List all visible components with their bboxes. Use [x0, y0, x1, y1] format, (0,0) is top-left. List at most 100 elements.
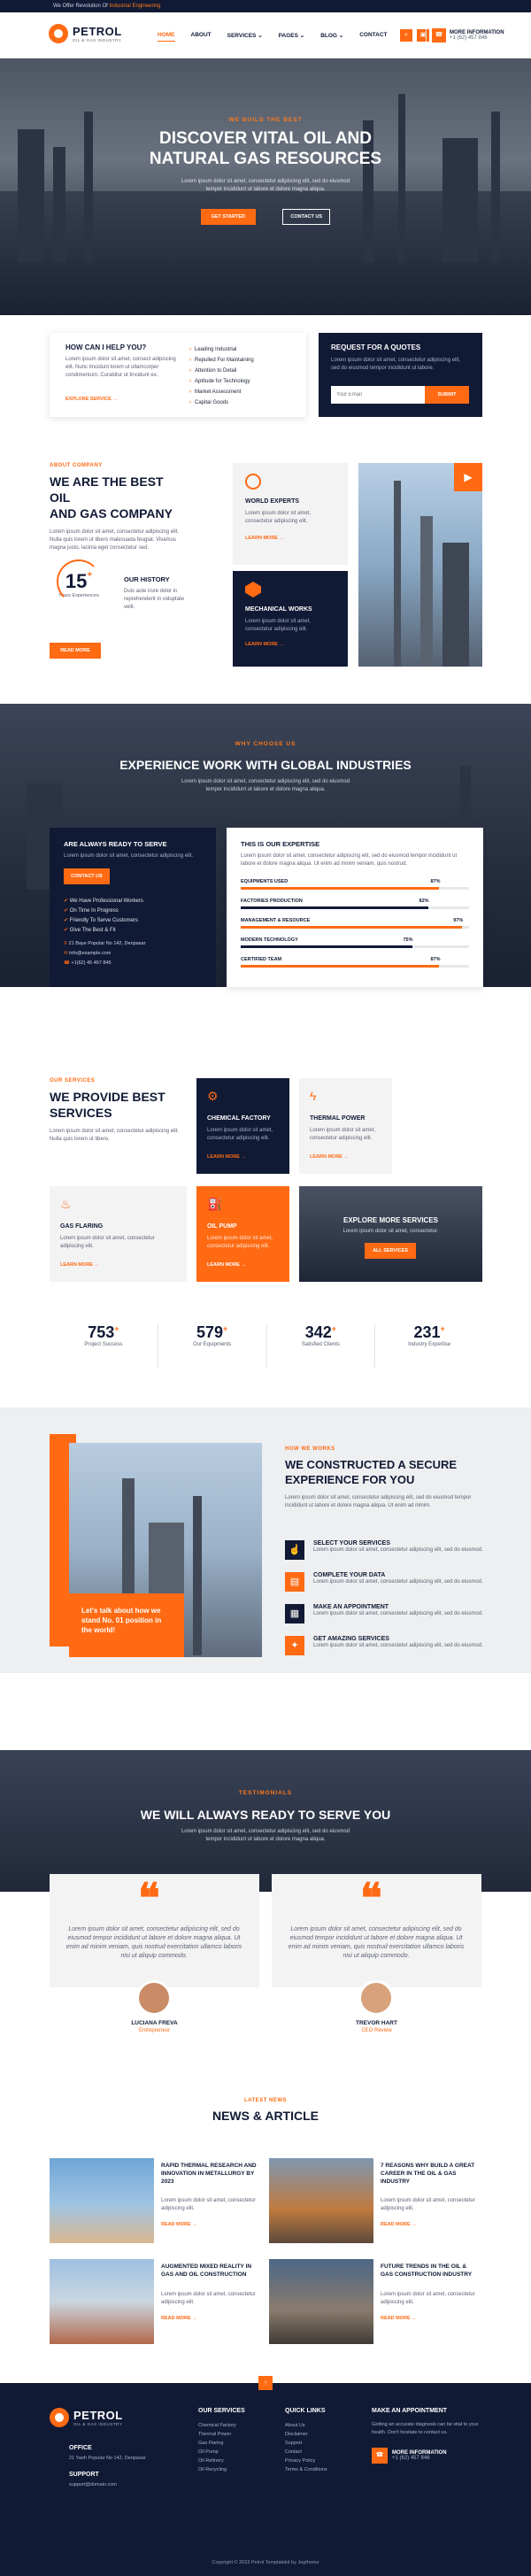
hero-section: WE BUILD THE BEST DISCOVER VITAL OIL AND…	[0, 58, 531, 315]
main-navigation: PETROL OIL & GAS INDUSTRY HOME ABOUT SERV…	[0, 12, 531, 58]
phone-row[interactable]: ☎ +1(62) 45 467 846	[64, 959, 145, 968]
news-card[interactable]: AUGMENTED MIXED REALITY IN GAS AND OIL C…	[50, 2259, 266, 2349]
expertise-bar-fill	[241, 965, 440, 968]
footer-info-value[interactable]: +1 (62) 457 846	[392, 2456, 447, 2461]
how-title-line1: WE CONSTRUCTED A SECURE	[285, 1458, 458, 1471]
stat-item: 231+ Industry Expertise	[375, 1323, 483, 1368]
news-title: RAPID THERMAL RESEARCH AND INNOVATION IN…	[161, 2163, 257, 2185]
mechanical-works-link-label: LEARN MORE	[245, 642, 278, 647]
news-link-label: READ MORE	[161, 2316, 191, 2321]
why-text-line2: tempor incididunt ut labore et dolore ma…	[205, 787, 326, 792]
footer-link[interactable]: Thermal Power	[198, 2430, 245, 2439]
email-row[interactable]: ✉ info@example.com	[64, 949, 145, 959]
about-section: ABOUT COMPANY WE ARE THE BEST OIL AND GA…	[50, 463, 182, 552]
footer-link[interactable]: Terms & Conditions	[285, 2465, 327, 2474]
news-title: AUGMENTED MIXED REALITY IN GAS AND OIL C…	[161, 2264, 252, 2278]
service-card-thermal[interactable]: ϟ THERMAL POWER Lorem ipsum dolor sit am…	[299, 1078, 392, 1174]
testimonial-quote: Lorem ipsum dolor sit amet, consectetur …	[65, 1926, 242, 1959]
explore-service-label: EXPLORE SERVICE	[65, 397, 112, 402]
footer-link[interactable]: Privacy Policy	[285, 2456, 327, 2465]
cart-icon[interactable]: ▣	[417, 29, 429, 42]
service-link[interactable]: LEARN MORE →	[60, 1262, 99, 1268]
nav-about[interactable]: ABOUT	[191, 32, 212, 42]
service-link[interactable]: LEARN MORE →	[310, 1154, 349, 1160]
service-card-gas-flaring[interactable]: ♨ GAS FLARING Lorem ipsum dolor sit amet…	[50, 1186, 187, 1282]
explore-service-link[interactable]: EXPLORE SERVICE →	[65, 397, 118, 402]
news-excerpt: Lorem ipsum dolor sit amet, consectetur …	[161, 2292, 256, 2305]
news-read-more[interactable]: READ MORE →	[161, 2222, 197, 2227]
footer-link[interactable]: Disclaimer	[285, 2430, 327, 2439]
expertise-bar: FACTORIES PRODUCTION 82%	[241, 899, 469, 909]
history-title: OUR HISTORY	[124, 575, 170, 583]
logo[interactable]: PETROL OIL & GAS INDUSTRY	[49, 24, 122, 43]
news-title: FUTURE TRENDS IN THE OIL & GAS CONSTRUCT…	[381, 2264, 473, 2278]
explore-text: Lorem ipsum dolor sit amet, consectetur.	[342, 1229, 439, 1234]
service-link[interactable]: LEARN MORE →	[207, 1262, 246, 1268]
contact-us-button[interactable]: CONTACT US	[282, 209, 331, 225]
check-icon: ✔	[64, 899, 69, 904]
stat-label: Our Equipments	[192, 1342, 232, 1347]
nav-blog-label: BLOG	[320, 33, 337, 39]
ready-contact-button[interactable]: CONTACT US	[64, 868, 110, 884]
news-link-label: READ MORE	[381, 2316, 411, 2321]
mechanical-works-link[interactable]: LEARN MORE →	[245, 642, 284, 647]
footer-link[interactable]: About Us	[285, 2421, 327, 2430]
nav-services[interactable]: SERVICES ⌄	[227, 32, 263, 42]
get-started-button[interactable]: GET STARTED	[200, 209, 256, 225]
footer-quick-links: QUICK LINKS About Us Disclaimer Support Con…	[285, 2408, 327, 2474]
service-card-oil-pump[interactable]: ⛽ OIL PUMP Lorem ipsum dolor sit amet, c…	[196, 1186, 289, 1282]
phone-icon: ☎	[432, 28, 446, 42]
footer-link[interactable]: Chemical Factory	[198, 2421, 245, 2430]
service-card-chemical[interactable]: ⚙ CHEMICAL FACTORY Lorem ipsum dolor sit…	[196, 1078, 289, 1174]
news-card[interactable]: RAPID THERMAL RESEARCH AND INNOVATION IN…	[50, 2158, 266, 2248]
ready-list-item-label: Give The Best & Fit	[69, 928, 116, 933]
footer-link[interactable]: Oil Refinery	[198, 2456, 245, 2465]
support-email[interactable]: support@domain.com	[69, 2482, 117, 2487]
footer-link[interactable]: Oil Pump	[198, 2448, 245, 2456]
nav-home[interactable]: HOME	[158, 32, 175, 42]
service-text: Lorem ipsum dolor sit amet, consectetur …	[207, 1128, 273, 1141]
support-title: SUPPORT	[69, 2472, 99, 2478]
mail-icon: ✉	[64, 951, 68, 956]
world-experts-link[interactable]: LEARN MORE →	[245, 536, 284, 541]
services-title-line2: SERVICES	[50, 1106, 112, 1120]
phone-text: +1(62) 45 467 846	[71, 960, 112, 966]
footer-link[interactable]: Oil Recycling	[198, 2465, 245, 2474]
expertise-bars: EQUIPMENTS USED 87% FACTORIES PRODUCTION 82…	[241, 879, 469, 976]
nav-info-value[interactable]: +1 (62) 457 846	[450, 35, 504, 41]
testimonial-role: Entrepreneur	[138, 2028, 171, 2033]
footer-link[interactable]: Gas Flaring	[198, 2439, 245, 2448]
nav-blog[interactable]: BLOG ⌄	[320, 32, 343, 42]
news-card[interactable]: FUTURE TRENDS IN THE OIL & GAS CONSTRUCT…	[269, 2259, 485, 2349]
testimonial-text-line1: Lorem ipsum dolor sit amet, consectetur …	[181, 1829, 350, 1834]
footer-appointment: MAKE AN APPOINTMENT Getting an accurate …	[372, 2408, 481, 2464]
play-video-button[interactable]: ▶	[454, 463, 482, 491]
read-more-button[interactable]: READ MORE	[50, 643, 101, 659]
avatar	[136, 1980, 172, 2016]
testimonial-kicker: TESTIMONIALS	[238, 1790, 293, 1796]
news-read-more[interactable]: READ MORE →	[381, 2316, 417, 2321]
footer-logo[interactable]: PETROL OIL & GAS INDUSTRY	[50, 2408, 123, 2427]
nav-contact[interactable]: CONTACT	[359, 32, 387, 42]
expertise-title: THIS IS OUR EXPERTISE	[241, 840, 320, 848]
search-icon[interactable]: ⌕	[400, 29, 412, 42]
footer-link[interactable]: Support	[285, 2439, 327, 2448]
submit-button[interactable]: SUBMIT	[425, 386, 469, 404]
news-read-more[interactable]: READ MORE →	[161, 2316, 197, 2321]
ready-list-item: ✔ Friendly To Serve Customers	[64, 916, 143, 926]
service-link[interactable]: LEARN MORE →	[207, 1154, 246, 1160]
news-read-more[interactable]: READ MORE →	[381, 2222, 417, 2227]
footer-link[interactable]: Contact	[285, 2448, 327, 2456]
nav-pages[interactable]: PAGES ⌄	[279, 32, 305, 42]
services-intro: OUR SERVICES WE PROVIDE BEST SERVICES Lo…	[50, 1078, 182, 1144]
nav-pages-label: PAGES	[278, 33, 298, 39]
service-link-label: LEARN MORE	[207, 1262, 240, 1268]
scroll-top-button[interactable]: ↑	[258, 2376, 273, 2390]
all-services-button[interactable]: ALL SERVICES	[365, 1243, 416, 1259]
globe-icon	[245, 474, 261, 490]
news-card[interactable]: 7 REASONS WHY BUILD A GREAT CAREER IN TH…	[269, 2158, 485, 2248]
stat-label: Satisfied Clients	[301, 1342, 340, 1347]
email-input[interactable]	[331, 386, 425, 404]
service-title: CHEMICAL FACTORY	[207, 1115, 271, 1122]
how-overlay-text: Let's talk about how we stand No. 01 pos…	[69, 1593, 184, 1657]
